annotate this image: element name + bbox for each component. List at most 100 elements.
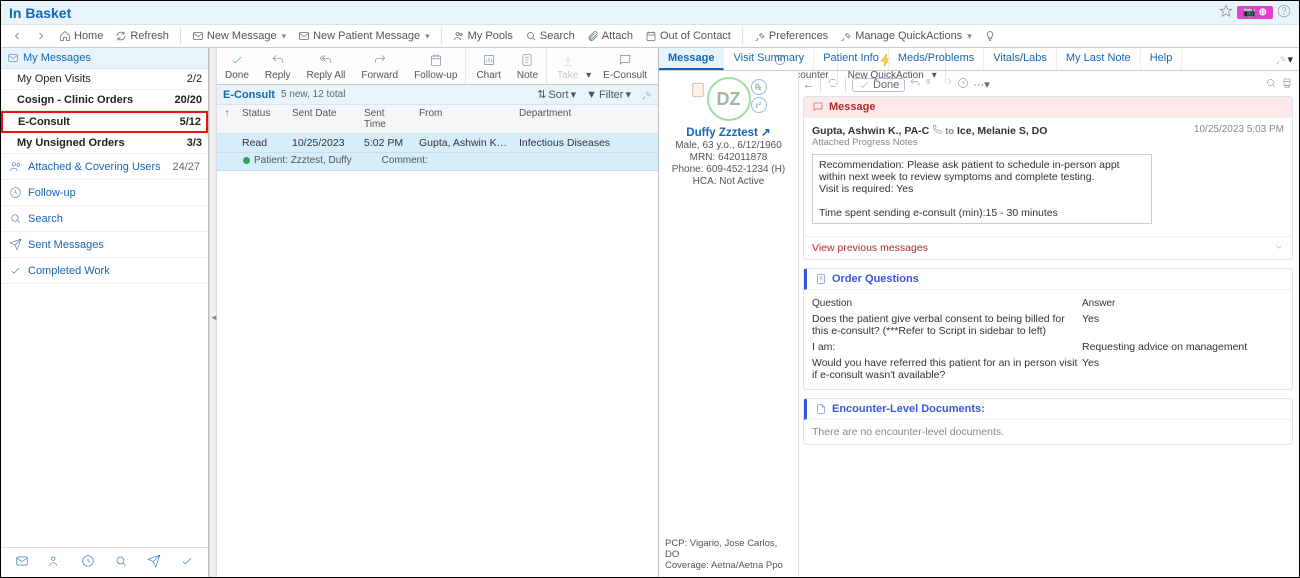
screenshot-badge[interactable]: 📷 ⊕ [1237,6,1273,19]
back-button[interactable] [7,28,27,44]
refresh-button[interactable]: Refresh [111,28,173,44]
new-patient-message-button[interactable]: New Patient Message▾ [294,28,434,44]
preferences-button[interactable]: Preferences [750,28,832,44]
my-pools-button[interactable]: My Pools [449,28,517,44]
attach-button[interactable]: Attach [583,28,637,44]
note-button[interactable]: Note [509,48,546,84]
col-from[interactable]: From [414,105,514,133]
folder-unsigned[interactable]: My Unsigned Orders3/3 [1,133,208,154]
forward-button[interactable] [31,28,51,44]
view-previous-messages[interactable]: View previous messages [804,236,1292,259]
tab-patient-info[interactable]: Patient Info [814,48,889,70]
mt-refresh[interactable] [827,77,839,92]
tab-message[interactable]: Message [659,48,724,70]
col-dept[interactable]: Department [514,105,658,133]
col-priority[interactable]: ↑ [217,105,237,133]
mt-replyall[interactable] [925,77,937,92]
mini-toolbar: ← Done ···▾ [803,75,1293,96]
list-wrench[interactable] [641,89,652,100]
documents-empty: There are no encounter-level documents. [804,420,1292,444]
command-bar: Home Refresh New Message▾ New Patient Me… [1,25,1299,48]
detail-tabs: Message Visit Summary Patient Info Meds/… [659,48,1299,71]
link-sent[interactable]: Sent Messages [1,232,208,258]
patient-hca: HCA: Not Active [693,176,765,187]
forward-button[interactable]: Forward [353,48,406,84]
visit-required: Visit is required: Yes [819,183,1145,195]
col-status[interactable]: Status [237,105,287,133]
sort-button[interactable]: ⇅ Sort▾ [537,88,576,101]
patient-demo: Male, 63 y.o., 6/12/1960 [675,140,782,151]
folder-econsult[interactable]: E-Consult5/12 [1,111,208,133]
econsult-button[interactable]: E-Consult [595,48,655,84]
reply-all-button[interactable]: Reply All [298,48,353,84]
badge-flag-icon[interactable]: r² [751,97,767,113]
mt-print[interactable] [1281,77,1293,92]
footer-search-icon[interactable] [114,554,128,571]
folder-cosign[interactable]: Cosign - Clinic Orders20/20 [1,90,208,111]
mt-forward[interactable] [941,77,953,92]
message-section: Message Gupta, Ashwin K., PA-C to Ice, M… [803,96,1293,260]
message-timestamp: 10/25/2023 5:03 PM [1194,124,1284,135]
my-messages-header[interactable]: My Messages [1,48,208,69]
mt-prev[interactable]: ← [803,79,814,91]
tabs-settings[interactable]: ▾ [1269,48,1299,70]
footer-send-icon[interactable] [147,554,161,571]
link-completed[interactable]: Completed Work [1,258,208,284]
tab-vitals[interactable]: Vitals/Labs [984,48,1057,70]
col-senttime[interactable]: Sent Time [359,105,414,133]
link-followup[interactable]: Follow-up [1,180,208,206]
mt-done[interactable]: Done [852,78,905,92]
search-button[interactable]: Search [521,28,579,44]
tab-visit-summary[interactable]: Visit Summary [724,48,814,70]
link-search[interactable]: Search [1,206,208,232]
patient-card: DZ ℞ r² Duffy Zzztest ↗ Male, 63 y.o., 6… [659,71,799,577]
new-message-button[interactable]: New Message▾ [188,28,290,44]
patient-phone: Phone: 609-452-1234 (H) [672,164,785,175]
favorite-star[interactable] [1219,4,1233,21]
splitter-left[interactable] [209,48,217,577]
note-badge-icon [689,81,707,103]
tab-help[interactable]: Help [1141,48,1183,70]
out-of-contact-button[interactable]: Out of Contact [641,28,735,44]
status-dot-icon [243,157,250,164]
folder-sidebar: My Messages My Open Visits2/2 Cosign - C… [1,48,209,577]
patient-name-link[interactable]: Duffy Zzztest ↗ [686,125,770,139]
tab-last-note[interactable]: My Last Note [1057,48,1141,70]
chart-button[interactable]: Chart [468,48,508,84]
footer-inbox-icon[interactable] [15,554,29,571]
col-sentdate[interactable]: Sent Date [287,105,359,133]
take-caret[interactable]: ▾ [586,48,595,84]
action-bar: Done Reply Reply All Forward Follow-up C… [217,48,658,85]
home-button[interactable]: Home [55,28,107,44]
mt-clock[interactable] [957,77,969,92]
followup-button[interactable]: Follow-up [406,48,465,84]
filter-button[interactable]: ▼ Filter▾ [586,88,631,101]
folder-open-visits[interactable]: My Open Visits2/2 [1,69,208,90]
manage-quickactions-button[interactable]: Manage QuickActions▾ [836,28,976,44]
badge-rx-icon[interactable]: ℞ [751,79,767,95]
message-row[interactable]: Read 10/25/2023 5:02 PM Gupta, Ashwin K … [217,134,658,153]
footer-clock-icon[interactable] [81,554,95,571]
time-spent: Time spent sending e-consult (min):15 - … [819,207,1145,219]
done-button[interactable]: Done [217,48,257,84]
recommendation-text: Recommendation: Please ask patient to sc… [819,159,1145,183]
message-row-sub[interactable]: Patient: Zzztest, Duffy Comment: [217,153,658,171]
tab-meds[interactable]: Meds/Problems [889,48,984,70]
attached-notes-label: Attached Progress Notes [812,137,1284,148]
reply-button[interactable]: Reply [257,48,299,84]
patient-mrn: MRN: 642011878 [690,152,768,163]
mt-more[interactable]: ···▾ [973,78,990,91]
mt-reply[interactable] [909,77,921,92]
bulb-button[interactable] [980,28,1000,44]
patient-pcp: PCP: Vigario, Jose Carlos, DO [665,538,792,560]
help-icon[interactable] [1277,4,1291,21]
patient-coverage: Coverage: Aetna/Aetna Ppo [665,560,792,571]
footer-check-icon[interactable] [180,554,194,571]
patient-avatar[interactable]: DZ ℞ r² [707,77,751,121]
footer-users-icon[interactable] [48,554,62,571]
folder-footer [1,547,208,577]
phone-icon[interactable] [932,125,942,137]
link-attached-covering[interactable]: Attached & Covering Users 24/27 [1,154,208,180]
take-button: Take [549,48,586,84]
mt-search[interactable] [1265,77,1277,92]
